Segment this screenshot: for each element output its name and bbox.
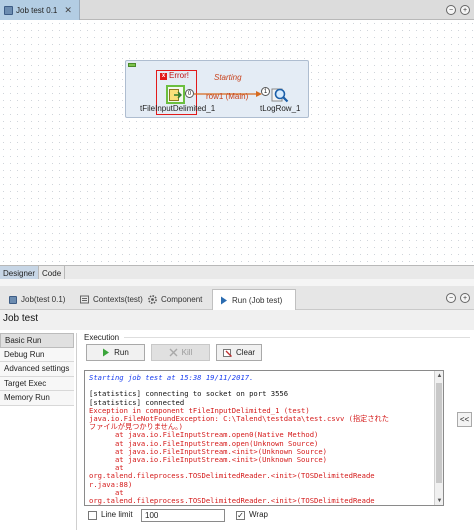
close-icon[interactable]: ✕ — [64, 5, 72, 16]
tab-run-label: Run (Job test) — [232, 295, 283, 305]
error-text: Error! — [169, 71, 189, 80]
editor-tab-title: Job test 0.1 — [16, 5, 58, 15]
side-item-debug-run[interactable]: Debug Run — [0, 347, 74, 362]
tab-job[interactable]: Job(test 0.1) — [2, 289, 71, 310]
line-limit-checkbox[interactable] — [88, 511, 97, 520]
job-icon — [4, 5, 13, 15]
subjob-collapse-handle[interactable] — [128, 63, 136, 67]
console-line: at java.io.FileInputStream.<init>(Unknow… — [89, 455, 327, 465]
play-icon — [103, 348, 110, 357]
tab-component-label: Component — [161, 295, 203, 304]
log-row-component-icon[interactable] — [270, 85, 290, 105]
subjob-container[interactable]: x Error! Starting 0 row1 (Main) 1 tFileI… — [125, 60, 309, 118]
input-component-name: tFileInputDelimited_1 — [140, 104, 216, 113]
contexts-icon — [80, 295, 89, 304]
tab-code[interactable]: Code — [39, 266, 66, 280]
side-item-memory-run[interactable]: Memory Run — [0, 391, 74, 406]
run-button[interactable]: Run — [86, 344, 145, 361]
run-mode-menu: Basic Run Debug Run Advanced settings Ta… — [0, 333, 74, 406]
wrap-checkbox[interactable]: ✓ — [236, 511, 245, 520]
designer-code-tabs: Designer Code — [0, 265, 474, 280]
editor-tab-bar: Job test 0.1 ✕ − + — [0, 0, 474, 20]
console-line: org.talend.fileprocess.TOSDelimitedReade… — [89, 471, 375, 481]
bottom-panel-tab-bar: Job(test 0.1) Contexts(test) Component R… — [0, 286, 474, 310]
kill-icon — [169, 348, 178, 357]
wrap-label: Wrap — [249, 510, 268, 519]
expand-button[interactable]: << — [457, 412, 472, 427]
side-item-basic-run[interactable]: Basic Run — [0, 333, 74, 348]
run-button-label: Run — [114, 348, 129, 357]
file-input-component-icon[interactable] — [166, 85, 185, 104]
check-icon: ✓ — [237, 510, 244, 520]
clear-icon — [222, 349, 232, 357]
line-limit-label: Line limit — [101, 510, 133, 519]
designer-canvas[interactable]: x Error! Starting 0 row1 (Main) 1 tFileI… — [0, 20, 474, 265]
scroll-down-icon[interactable]: ▼ — [435, 496, 443, 505]
magnifier-icon — [271, 88, 289, 103]
console-lines: Starting job test at 15:38 19/11/2017. [s… — [89, 373, 425, 506]
tab-contexts-label: Contexts(test) — [93, 295, 143, 304]
console-output[interactable]: Starting job test at 15:38 19/11/2017. [s… — [84, 370, 444, 506]
job-icon — [8, 295, 17, 304]
play-icon — [219, 296, 228, 305]
tab-component[interactable]: Component — [142, 289, 208, 310]
clear-button-label: Clear — [235, 348, 256, 357]
tab-job-label: Job(test 0.1) — [21, 295, 66, 304]
file-input-icon — [169, 88, 182, 101]
tab-run[interactable]: Run (Job test) — [212, 289, 296, 310]
console-scrollbar[interactable]: ▲ ▼ — [434, 371, 443, 505]
side-item-target-exec[interactable]: Target Exec — [0, 376, 74, 391]
kill-button-label: Kill — [181, 348, 193, 357]
maximize-icon[interactable]: + — [460, 5, 470, 15]
error-label: x Error! — [160, 72, 189, 80]
scroll-up-icon[interactable]: ▲ — [435, 371, 443, 380]
tab-contexts[interactable]: Contexts(test) — [74, 289, 149, 310]
side-item-advanced-settings[interactable]: Advanced settings — [0, 362, 74, 377]
execution-group-label: Execution — [84, 333, 120, 342]
console-line: Starting job test at 15:38 19/11/2017. — [89, 373, 254, 382]
gear-icon — [148, 295, 157, 304]
row-connection-label: row1 (Main) — [206, 92, 249, 101]
minimize-icon[interactable]: − — [446, 5, 456, 15]
error-icon: x — [160, 72, 167, 80]
panel-minimize-icon[interactable]: − — [446, 293, 456, 303]
panel-maximize-icon[interactable]: + — [460, 293, 470, 303]
scrollbar-thumb[interactable] — [436, 383, 442, 483]
side-menu-divider — [76, 333, 77, 530]
execution-group-line — [124, 337, 470, 338]
tab-designer[interactable]: Designer — [0, 266, 40, 280]
input-output-port[interactable]: 0 — [185, 89, 194, 98]
trigger-label-starting: Starting — [214, 73, 242, 82]
console-line: r.java:88) — [89, 479, 133, 489]
panel-title: Job test — [3, 313, 39, 324]
panel-separator — [0, 279, 474, 286]
clear-button[interactable]: Clear — [216, 344, 262, 361]
kill-button[interactable]: Kill — [151, 344, 210, 361]
log-input-port[interactable]: 1 — [261, 87, 270, 96]
log-component-name: tLogRow_1 — [260, 104, 301, 113]
console-line: org.talend.fileprocess.TOSDelimitedReade… — [89, 496, 375, 506]
editor-tab-job-test[interactable]: Job test 0.1 ✕ — [0, 0, 80, 20]
line-limit-input[interactable] — [141, 509, 225, 522]
